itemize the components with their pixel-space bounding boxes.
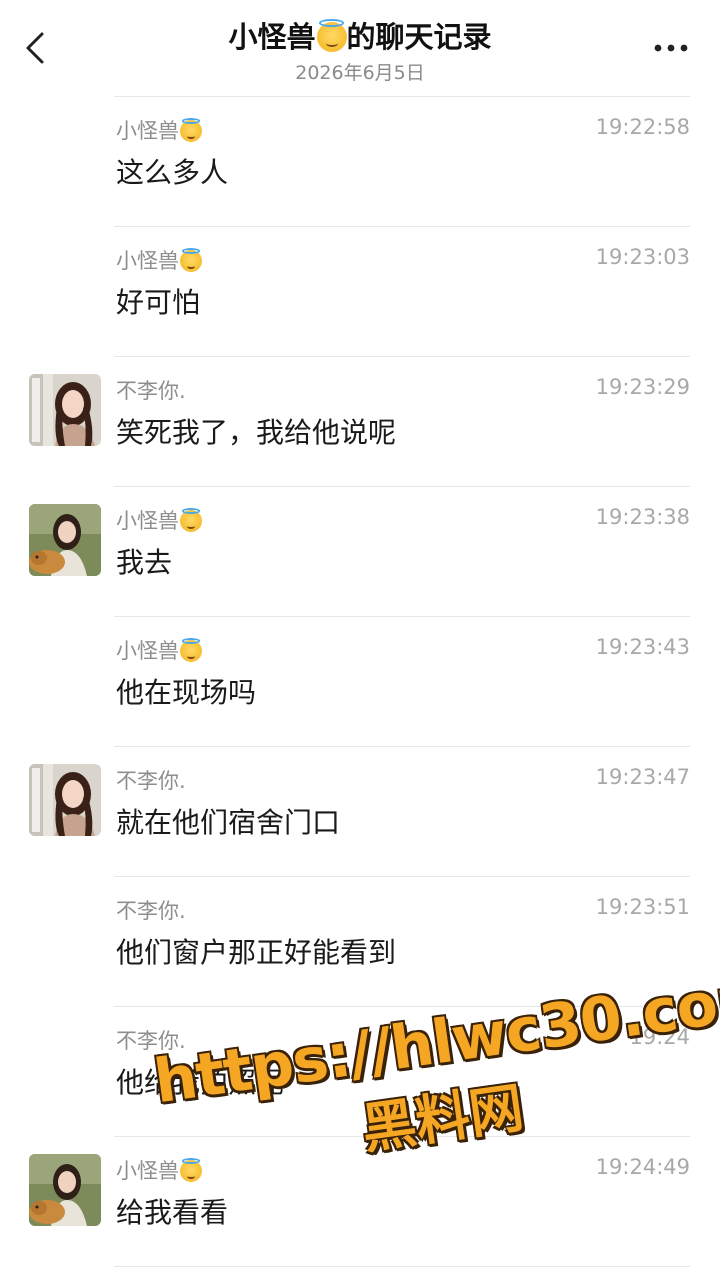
halo-emoji-icon	[180, 507, 202, 532]
more-horizontal-icon	[654, 44, 688, 52]
sender-name-text: 小怪兽	[116, 509, 179, 533]
message-row[interactable]: 不李你. 19:23:47 就在他们宿舍门口	[0, 747, 720, 877]
message-timestamp: 19:23:38	[595, 505, 690, 529]
sender-name-text: 小怪兽	[116, 119, 179, 143]
message-row[interactable]: 小怪兽 19:23:38 我去	[0, 487, 720, 617]
message-row[interactable]: 不李你. 19:23:29 笑死我了，我给他说呢	[0, 357, 720, 487]
more-options-button[interactable]	[646, 34, 696, 62]
message-row[interactable]: 不李你. 19:23:51 他们窗户那正好能看到	[0, 877, 720, 1007]
message-timestamp: 19:23:29	[595, 375, 690, 399]
message-text: 他给我拍照呢	[116, 1066, 285, 1099]
message-text: 就在他们宿舍门口	[116, 806, 341, 839]
message-timestamp: 19:24	[629, 1025, 690, 1049]
sender-name-text: 不李你.	[116, 1029, 186, 1053]
halo-emoji-icon	[180, 1157, 202, 1182]
avatar[interactable]	[29, 1154, 101, 1226]
page-date: 2026年6月5日	[295, 62, 425, 84]
title-name: 小怪兽	[228, 20, 316, 54]
title-suffix: 的聊天记录	[346, 20, 492, 54]
message-text: 给我看看	[116, 1196, 229, 1229]
message-text: 好可怕	[116, 286, 201, 319]
avatar[interactable]	[29, 764, 101, 836]
sender-name: 小怪兽	[116, 635, 202, 665]
message-row[interactable]: 小怪兽 19:24:49 给我看看	[0, 1137, 720, 1267]
halo-emoji-icon	[316, 19, 347, 52]
halo-emoji-icon	[180, 247, 202, 272]
sender-name: 不李你.	[116, 895, 186, 925]
sender-name-text: 不李你.	[116, 379, 186, 403]
message-row[interactable]: 小怪兽 19:23:43 他在现场吗	[0, 617, 720, 747]
sender-name: 小怪兽	[116, 245, 202, 275]
sender-name-text: 不李你.	[116, 899, 186, 923]
message-row[interactable]: 小怪兽 19:23:03 好可怕	[0, 227, 720, 357]
sender-name: 不李你.	[116, 375, 186, 405]
message-timestamp: 19:23:43	[595, 635, 690, 659]
page-title: 小怪兽 的聊天记录	[0, 14, 720, 56]
sender-name-text: 小怪兽	[116, 249, 179, 273]
sender-name: 不李你.	[116, 765, 186, 795]
sender-name-text: 不李你.	[116, 769, 186, 793]
message-row[interactable]: 小怪兽 19:22:58 这么多人	[0, 97, 720, 227]
message-text: 笑死我了，我给他说呢	[116, 416, 397, 449]
sender-name-text: 小怪兽	[116, 1159, 179, 1183]
halo-emoji-icon	[180, 117, 202, 142]
message-text: 他们窗户那正好能看到	[116, 936, 397, 969]
message-text: 他在现场吗	[116, 676, 257, 709]
message-timestamp: 19:23:47	[595, 765, 690, 789]
message-text: 这么多人	[116, 156, 229, 189]
message-timestamp: 19:22:58	[595, 115, 690, 139]
row-divider	[114, 1266, 690, 1267]
message-timestamp: 19:24:49	[595, 1155, 690, 1179]
halo-emoji-icon	[180, 637, 202, 662]
sender-name-text: 小怪兽	[116, 639, 179, 663]
message-row[interactable]: 不李你. 19:24 他给我拍照呢	[0, 1007, 720, 1137]
avatar[interactable]	[29, 374, 101, 446]
sender-name: 小怪兽	[116, 505, 202, 535]
sender-name: 小怪兽	[116, 1155, 202, 1185]
message-timestamp: 19:23:03	[595, 245, 690, 269]
header-bar: 小怪兽 的聊天记录 2026年6月5日	[0, 0, 720, 96]
avatar[interactable]	[29, 504, 101, 576]
message-timestamp: 19:23:51	[595, 895, 690, 919]
sender-name: 不李你.	[116, 1025, 186, 1055]
sender-name: 小怪兽	[116, 115, 202, 145]
message-text: 我去	[116, 546, 173, 579]
